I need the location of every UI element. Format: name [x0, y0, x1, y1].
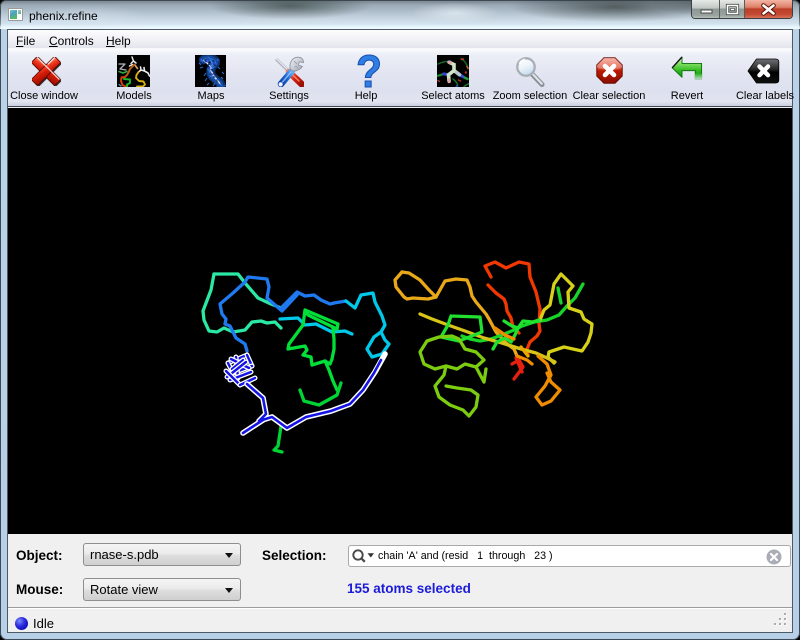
svg-text:?: ? — [356, 53, 382, 89]
